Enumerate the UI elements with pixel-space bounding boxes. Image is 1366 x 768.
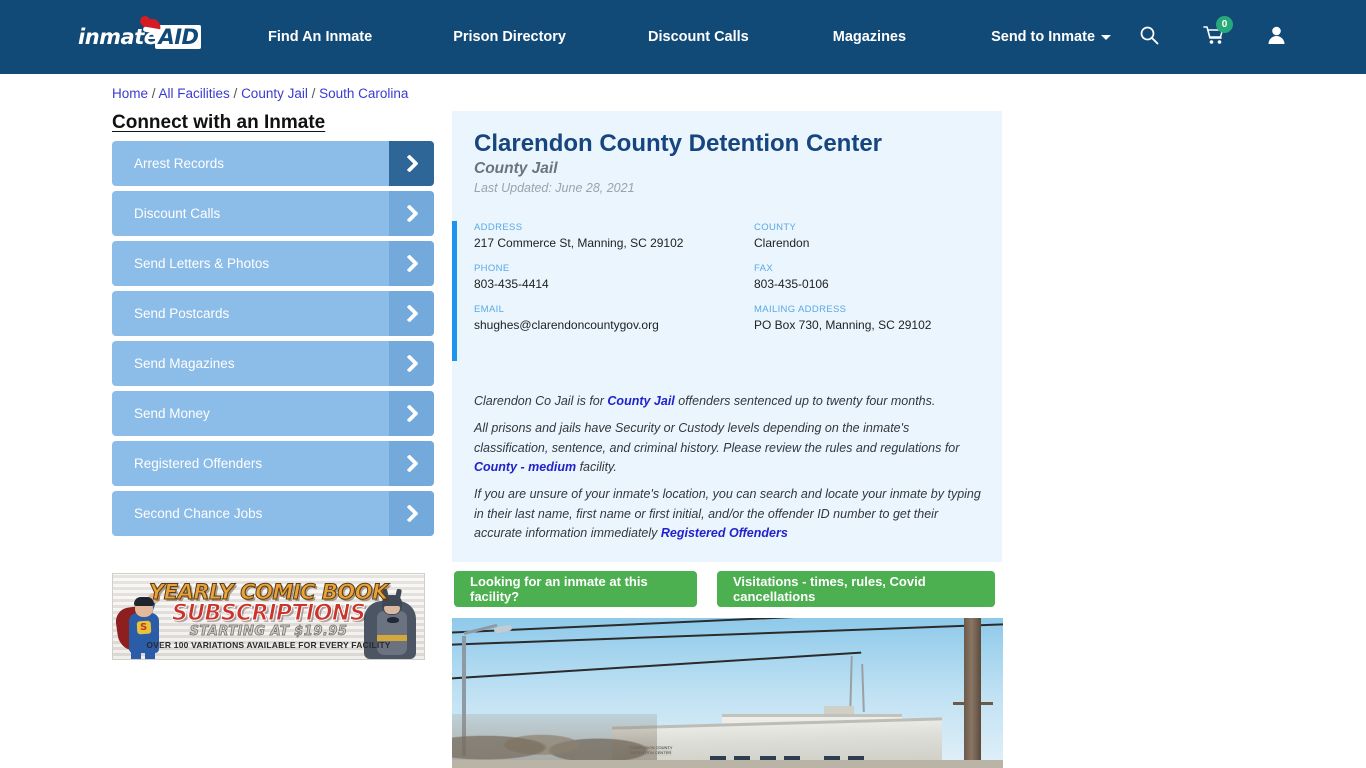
breadcrumb-item-south-carolina[interactable]: South Carolina — [319, 86, 408, 101]
info-label: FAX — [754, 263, 774, 274]
info-field-county: COUNTY Clarendon — [754, 221, 994, 262]
facility-type: County Jail — [474, 160, 558, 177]
chevron-down-icon — [1101, 34, 1112, 40]
chevron-right-icon — [389, 491, 434, 536]
page-title: Clarendon County Detention Center — [474, 130, 883, 157]
sidebar-item-label: Registered Offenders — [134, 456, 263, 471]
user-icon[interactable] — [1267, 25, 1286, 50]
facility-description-paragraph-2: All prisons and jails have Security or C… — [474, 419, 986, 478]
utility-pole — [964, 618, 981, 768]
info-field-email: EMAIL shughes@clarendoncountygov.org — [474, 303, 754, 344]
sidebar-item-arrest-records[interactable]: Arrest Records — [112, 141, 434, 186]
info-value: 803-435-4414 — [474, 277, 549, 291]
nav-icon-group: 0 — [1139, 0, 1366, 74]
breadcrumb: Home / All Facilities / County Jail / So… — [112, 86, 408, 101]
breadcrumb-separator: / — [307, 86, 320, 101]
breadcrumb-item-home[interactable]: Home — [112, 86, 148, 101]
paragraph-text: facility. — [576, 460, 617, 474]
sidebar-item-send-money[interactable]: Send Money — [112, 391, 434, 436]
paragraph-text: offenders sentenced up to twenty four mo… — [674, 394, 936, 408]
paragraph-text: All prisons and jails have Security or C… — [474, 421, 960, 455]
info-value: shughes@clarendoncountygov.org — [474, 318, 659, 332]
sidebar-item-send-magazines[interactable]: Send Magazines — [112, 341, 434, 386]
visitation-info-button[interactable]: Visitations - times, rules, Covid cancel… — [717, 571, 995, 607]
facility-contact-grid: ADDRESS 217 Commerce St, Manning, SC 291… — [474, 221, 994, 344]
sidebar-item-second-chance-jobs[interactable]: Second Chance Jobs — [112, 491, 434, 536]
nav-link-send-to-inmate-label: Send to Inmate — [991, 29, 1096, 45]
facility-photo[interactable]: CLARENDON COUNTY DETENTION CENTER — [452, 618, 1003, 768]
nav-link-discount-calls[interactable]: Discount Calls — [648, 29, 749, 45]
sidebar-item-label: Send Letters & Photos — [134, 256, 270, 271]
sidebar-item-label: Send Magazines — [134, 356, 235, 371]
info-label: ADDRESS — [474, 222, 523, 233]
nav-link-prison-directory[interactable]: Prison Directory — [453, 29, 566, 45]
search-icon[interactable] — [1139, 25, 1159, 50]
info-value: Clarendon — [754, 236, 810, 250]
cart-count-badge: 0 — [1216, 15, 1233, 33]
sidebar-item-label: Send Money — [134, 406, 210, 421]
chevron-right-icon — [389, 241, 434, 286]
top-navigation-bar: inmateAID Find An Inmate Prison Director… — [0, 0, 1366, 74]
info-value: PO Box 730, Manning, SC 29102 — [754, 318, 932, 332]
breadcrumb-item-all-facilities[interactable]: All Facilities — [159, 86, 230, 101]
sidebar-title: Connect with an Inmate — [112, 112, 326, 133]
nav-link-find-an-inmate[interactable]: Find An Inmate — [268, 29, 372, 45]
info-value: 803-435-0106 — [754, 277, 829, 291]
chevron-right-icon — [389, 191, 434, 236]
breadcrumb-separator: / — [148, 86, 159, 101]
info-label: MAILING ADDRESS — [754, 304, 847, 315]
info-field-phone: PHONE 803-435-4414 — [474, 262, 754, 303]
info-value: 217 Commerce St, Manning, SC 29102 — [474, 236, 684, 250]
info-label: PHONE — [474, 263, 510, 274]
sidebar-menu: Arrest Records Discount Calls Send Lette… — [112, 141, 434, 541]
sidebar-item-label: Discount Calls — [134, 206, 221, 221]
breadcrumb-separator: / — [229, 86, 242, 101]
sidebar-item-discount-calls[interactable]: Discount Calls — [112, 191, 434, 236]
chevron-right-icon — [389, 341, 434, 386]
facility-description-paragraph-3: If you are unsure of your inmate's locat… — [474, 485, 984, 544]
sidebar-item-send-letters-photos[interactable]: Send Letters & Photos — [112, 241, 434, 286]
info-label: EMAIL — [474, 304, 505, 315]
last-updated-text: Last Updated: June 28, 2021 — [474, 181, 635, 195]
site-logo[interactable]: inmateAID — [78, 16, 202, 54]
sidebar-item-registered-offenders[interactable]: Registered Offenders — [112, 441, 434, 486]
ad-headline-2: SUBSCRIPTIONS — [171, 601, 366, 627]
cart-icon[interactable]: 0 — [1203, 15, 1233, 50]
sidebar-item-label: Second Chance Jobs — [134, 506, 263, 521]
link-county-jail[interactable]: County Jail — [607, 394, 674, 408]
ground — [452, 760, 1003, 768]
ad-subtext: OVER 100 VARIATIONS AVAILABLE FOR EVERY … — [146, 640, 391, 650]
chevron-right-icon — [389, 391, 434, 436]
sidebar-item-send-postcards[interactable]: Send Postcards — [112, 291, 434, 336]
breadcrumb-item-county-jail[interactable]: County Jail — [241, 86, 308, 101]
logo-text-accent: AID — [155, 25, 202, 49]
nav-link-send-to-inmate[interactable]: Send to Inmate — [991, 29, 1112, 45]
paragraph-text: Clarendon Co Jail is for — [474, 394, 608, 408]
comic-book-subscription-ad[interactable]: S YEARLY COMIC BOOK SUBSCRIPTIONS STARTI… — [112, 573, 425, 660]
chevron-right-icon — [389, 141, 434, 186]
chevron-right-icon — [389, 291, 434, 336]
primary-nav-links: Find An Inmate Prison Directory Discount… — [268, 0, 1112, 74]
facility-info-card: Clarendon County Detention Center County… — [452, 111, 1002, 562]
facility-description-paragraph-1: Clarendon Co Jail is for County Jail off… — [474, 392, 994, 412]
sidebar-item-label: Arrest Records — [134, 156, 225, 171]
info-field-mailing-address: MAILING ADDRESS PO Box 730, Manning, SC … — [754, 303, 994, 344]
info-field-address: ADDRESS 217 Commerce St, Manning, SC 291… — [474, 221, 754, 262]
santa-hat-icon — [140, 16, 163, 35]
info-label: COUNTY — [754, 222, 797, 233]
inmate-search-button[interactable]: Looking for an inmate at this facility? — [454, 571, 697, 607]
link-registered-offenders[interactable]: Registered Offenders — [661, 526, 788, 540]
link-county-medium[interactable]: County - medium — [474, 460, 576, 474]
accent-bar — [452, 221, 457, 361]
sidebar-item-label: Send Postcards — [134, 306, 230, 321]
chevron-right-icon — [389, 441, 434, 486]
facility-contact-block: ADDRESS 217 Commerce St, Manning, SC 291… — [452, 221, 1002, 361]
nav-link-magazines[interactable]: Magazines — [833, 29, 906, 45]
ad-price-text: STARTING AT $19.95 — [189, 624, 348, 640]
info-field-fax: FAX 803-435-0106 — [754, 262, 994, 303]
